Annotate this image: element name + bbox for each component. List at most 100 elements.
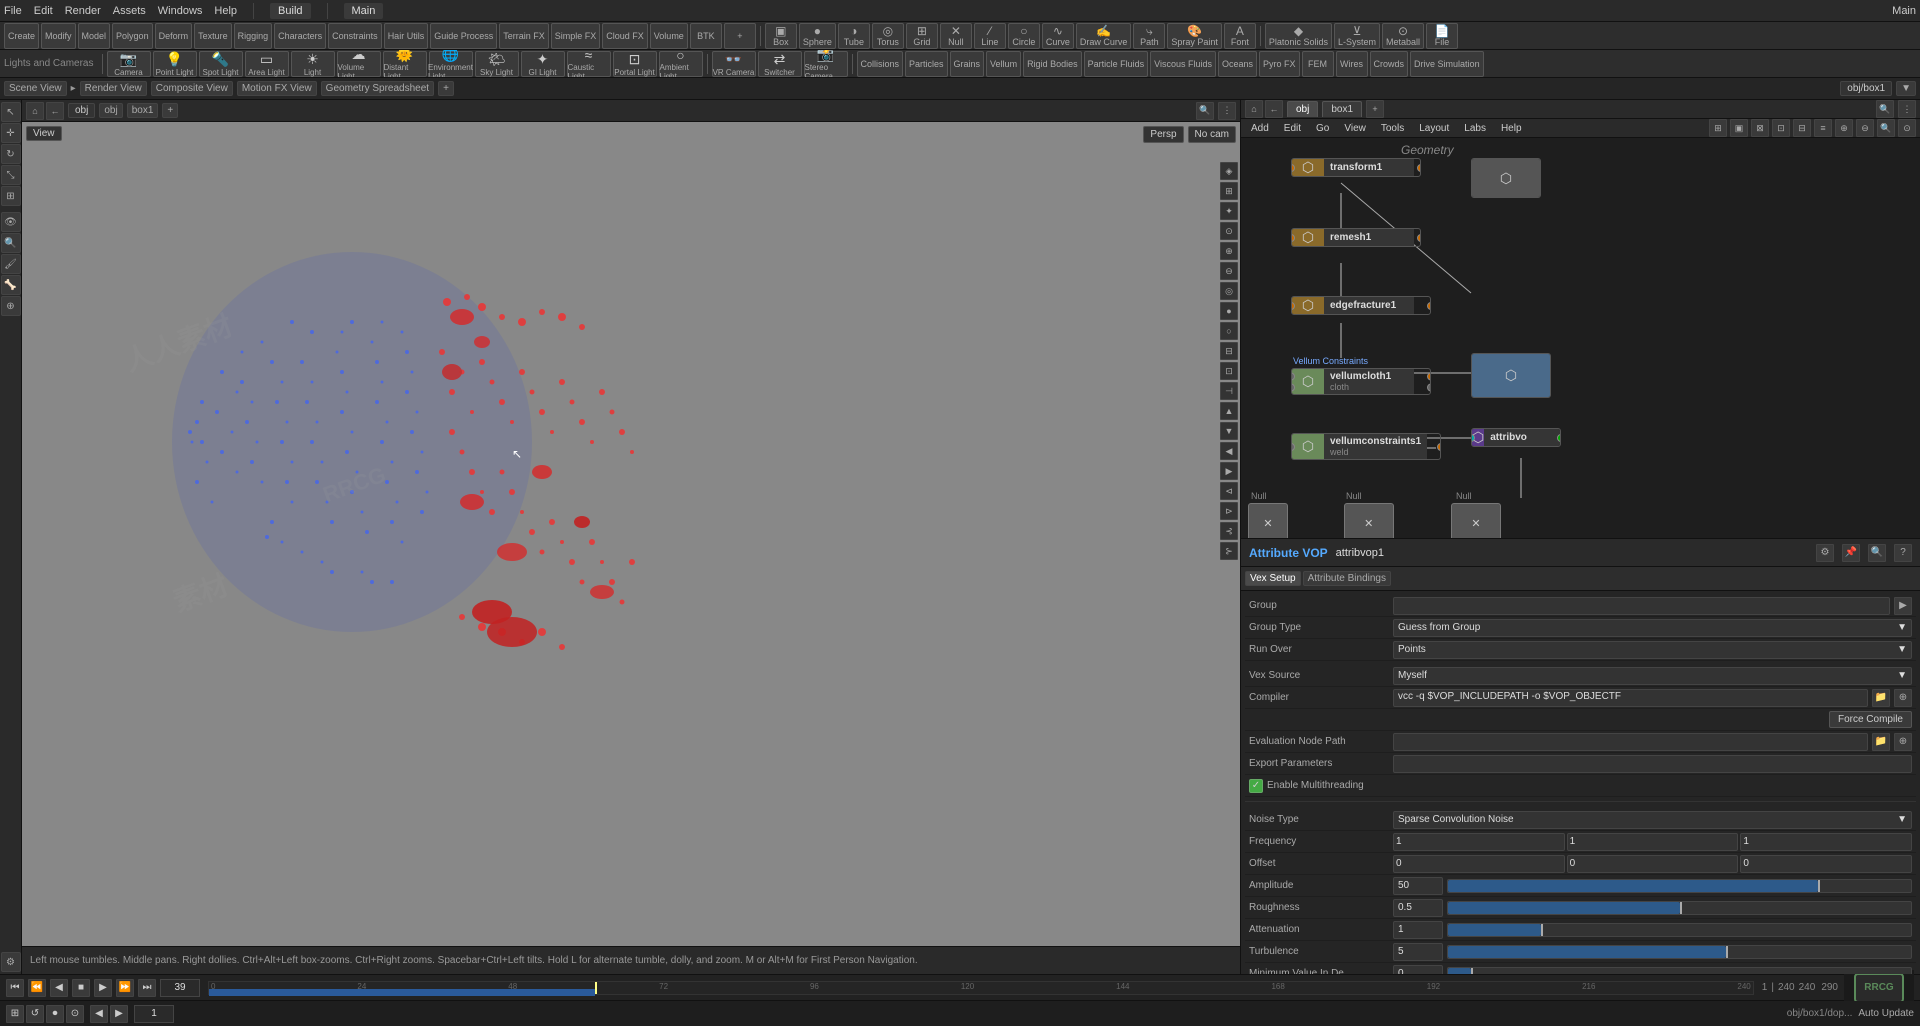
ambient-light-btn[interactable]: ○ Ambient Light — [659, 51, 703, 77]
node-grain-g[interactable]: Null ✕ GRAIN_G — [1451, 503, 1501, 538]
paint-tool[interactable]: 🖌 — [1, 254, 21, 274]
ne-icon-4[interactable]: ⊡ — [1772, 119, 1790, 137]
file-tool[interactable]: 📄File — [1426, 23, 1458, 49]
ne-help-menu[interactable]: Help — [1495, 122, 1528, 135]
ne-icon-9[interactable]: 🔍 — [1877, 119, 1895, 137]
view-icon-11[interactable]: ⊡ — [1220, 362, 1238, 380]
ne-edit-menu[interactable]: Edit — [1278, 122, 1307, 135]
switcher-btn[interactable]: ⇄ Switcher — [758, 51, 802, 77]
volume-light-btn[interactable]: ☁ Volume Light — [337, 51, 381, 77]
point-light-btn[interactable]: 💡 Point Light — [153, 51, 197, 77]
rigid-bodies-btn[interactable]: Rigid Bodies — [1023, 51, 1082, 77]
pyro-fx-btn[interactable]: Pyro FX — [1259, 51, 1300, 77]
btk-btn[interactable]: BTK — [690, 23, 722, 49]
node-transform1[interactable]: ⬡ transform1 — [1291, 158, 1421, 177]
eval-path-btn1[interactable]: 📁 — [1872, 733, 1890, 751]
simple-fx-btn[interactable]: Simple FX — [551, 23, 601, 49]
avop-help-btn[interactable]: ? — [1894, 544, 1912, 562]
box-tool[interactable]: ▣Box — [765, 23, 797, 49]
view-icon-17[interactable]: ⊲ — [1220, 482, 1238, 500]
offset-y[interactable]: 0 — [1567, 855, 1739, 873]
display-settings[interactable]: ⚙ — [1, 952, 21, 972]
ne-more-btn[interactable]: ⋮ — [1898, 100, 1916, 118]
timeline-scrubber[interactable]: 0 24 48 72 96 120 144 168 192 216 240 — [208, 981, 1754, 995]
light-btn[interactable]: ☀ Light — [291, 51, 335, 77]
metaball-tool[interactable]: ⊙Metaball — [1382, 23, 1424, 49]
fem-btn[interactable]: FEM — [1302, 51, 1334, 77]
node-remesh1[interactable]: ⬡ remesh1 — [1291, 228, 1421, 247]
view-icon-12[interactable]: ⊣ — [1220, 382, 1238, 400]
start-frame-input[interactable]: 1 — [134, 1005, 174, 1023]
ne-home-btn[interactable]: ⌂ — [1245, 100, 1263, 118]
oceans-btn[interactable]: Oceans — [1218, 51, 1257, 77]
viewport[interactable]: View Persp No cam — [22, 122, 1240, 946]
view-icon-20[interactable]: ⊱ — [1220, 542, 1238, 560]
terrain-fx-btn[interactable]: Terrain FX — [499, 23, 549, 49]
freq-x[interactable]: 1 — [1393, 833, 1565, 851]
line-tool[interactable]: ⁄Line — [974, 23, 1006, 49]
hair-utils-btn[interactable]: Hair Utils — [384, 23, 429, 49]
avop-search-btn[interactable]: 🔍 — [1868, 544, 1886, 562]
vr-camera-btn[interactable]: 👓 VR Camera — [712, 51, 756, 77]
null-tool[interactable]: ✕Null — [940, 23, 972, 49]
gi-light-btn[interactable]: ✦ GI Light — [521, 51, 565, 77]
playback-opts-btn[interactable]: ⊙ — [66, 1005, 84, 1023]
rigging-btn[interactable]: Rigging — [234, 23, 273, 49]
ne-icon-5[interactable]: ⊟ — [1793, 119, 1811, 137]
create-btn[interactable]: Create — [4, 23, 39, 49]
node-attribvo[interactable]: ⬡ attribvo — [1471, 428, 1561, 447]
l-system-tool[interactable]: ⊻L-System — [1334, 23, 1380, 49]
viscous-fluids-btn[interactable]: Viscous Fluids — [1150, 51, 1216, 77]
group-expand-btn[interactable]: ▶ — [1894, 597, 1912, 615]
compiler-value[interactable]: vcc -q $VOP_INCLUDEPATH -o $VOP_OBJECTF — [1393, 689, 1868, 707]
avop-pin-btn[interactable]: 📌 — [1842, 544, 1860, 562]
guide-process-btn[interactable]: Guide Process — [430, 23, 497, 49]
view-icon-5[interactable]: ⊕ — [1220, 242, 1238, 260]
attenuation-slider[interactable] — [1447, 923, 1912, 937]
modify-btn[interactable]: Modify — [41, 23, 76, 49]
view-icon-13[interactable]: ▲ — [1220, 402, 1238, 420]
sky-light-btn[interactable]: 🌤 Sky Light — [475, 51, 519, 77]
draw-curve-tool[interactable]: ✍Draw Curve — [1076, 23, 1132, 49]
vp-more-btn[interactable]: ⋮ — [1218, 102, 1236, 120]
freq-z[interactable]: 1 — [1740, 833, 1912, 851]
snap-btn[interactable]: ⊞ — [6, 1005, 24, 1023]
polygon-btn[interactable]: Polygon — [112, 23, 153, 49]
motion-fx-view-tab[interactable]: Motion FX View — [237, 81, 317, 96]
eval-path-btn2[interactable]: ⊕ — [1894, 733, 1912, 751]
ne-icon-8[interactable]: ⊖ — [1856, 119, 1874, 137]
no-cam-btn[interactable]: No cam — [1188, 126, 1236, 143]
ne-layout-menu[interactable]: Layout — [1413, 122, 1455, 135]
vp-add-tab[interactable]: + — [162, 103, 178, 118]
transform-tool[interactable]: ⊞ — [1, 186, 21, 206]
menu-edit[interactable]: Edit — [34, 5, 53, 17]
pose-tool[interactable]: 🦴 — [1, 275, 21, 295]
view-icon-7[interactable]: ◎ — [1220, 282, 1238, 300]
circle-tool[interactable]: ○Circle — [1008, 23, 1040, 49]
render-view-tab[interactable]: Render View — [80, 81, 147, 96]
composite-view-tab[interactable]: Composite View — [151, 81, 233, 96]
distant-light-btn[interactable]: 🌞 Distant Light — [383, 51, 427, 77]
ne-back-btn[interactable]: ← — [1265, 100, 1283, 118]
ne-icon-7[interactable]: ⊕ — [1835, 119, 1853, 137]
add-btn[interactable]: + — [724, 23, 756, 49]
ne-go-menu[interactable]: Go — [1310, 122, 1335, 135]
characters-btn[interactable]: Characters — [274, 23, 326, 49]
ne-obj-tab[interactable]: obj — [1287, 101, 1318, 117]
environment-light-btn[interactable]: 🌐 Environment Light — [429, 51, 473, 77]
view-icon-15[interactable]: ◀ — [1220, 442, 1238, 460]
export-params-value[interactable] — [1393, 755, 1912, 773]
view-icon-9[interactable]: ○ — [1220, 322, 1238, 340]
spot-light-btn[interactable]: 🔦 Spot Light — [199, 51, 243, 77]
compiler-btn2[interactable]: ⊕ — [1894, 689, 1912, 707]
model-btn[interactable]: Model — [78, 23, 111, 49]
ne-labs-menu[interactable]: Labs — [1458, 122, 1492, 135]
vp-obj-tab[interactable]: obj — [99, 103, 122, 118]
offset-x[interactable]: 0 — [1393, 855, 1565, 873]
turbulence-value[interactable]: 5 — [1393, 943, 1443, 961]
stop-btn[interactable]: ■ — [72, 979, 90, 997]
prev-key-btn[interactable]: ⏪ — [28, 979, 46, 997]
menu-file[interactable]: File — [4, 5, 22, 17]
amplitude-value[interactable]: 50 — [1393, 877, 1443, 895]
move-tool[interactable]: ✛ — [1, 123, 21, 143]
